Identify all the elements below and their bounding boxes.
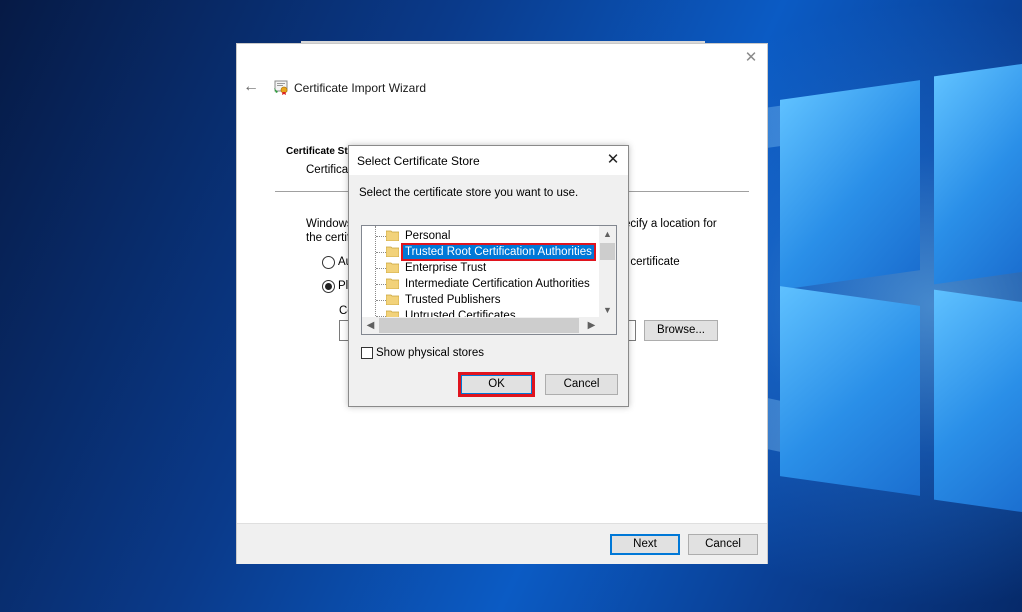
show-physical-stores-checkbox[interactable] [361, 347, 373, 359]
close-icon[interactable]: ✕ [604, 151, 622, 169]
folder-icon [386, 246, 399, 257]
tree-item-enterprise-trust[interactable]: Enterprise Trust [362, 260, 600, 276]
windows-logo-pane [780, 286, 920, 496]
next-button[interactable]: Next [610, 534, 680, 555]
page-subheading: Certificat [306, 164, 352, 176]
tree-item-trusted-publishers[interactable]: Trusted Publishers [362, 292, 600, 308]
tree-item-label: Personal [405, 230, 451, 242]
tree-items: Personal Trusted Root Certification Auth… [362, 226, 600, 318]
scroll-down-icon[interactable]: ▼ [599, 302, 616, 318]
horizontal-scrollbar[interactable]: ◀ ▶ [362, 317, 600, 334]
page-heading: Certificate Sto [286, 146, 354, 157]
auto-select-store-radio[interactable] [322, 256, 335, 269]
ok-button[interactable]: OK [458, 372, 535, 397]
folder-icon [386, 294, 399, 305]
windows-logo-pane [780, 80, 920, 290]
close-icon[interactable]: ✕ [743, 50, 759, 66]
dialog-title: Select Certificate Store [357, 154, 480, 168]
windows-logo-pane [934, 63, 1022, 285]
scroll-thumb[interactable] [379, 318, 579, 333]
scroll-thumb[interactable] [600, 243, 615, 260]
vertical-scrollbar[interactable]: ▲ ▼ [599, 226, 616, 318]
back-arrow-icon[interactable]: ← [243, 78, 261, 96]
certificate-icon [274, 80, 288, 95]
wizard-title: Certificate Import Wizard [294, 81, 427, 95]
dialog-titlebar: Select Certificate Store ✕ [349, 146, 628, 175]
tree-item-label: Trusted Root Certification Authorities [401, 243, 596, 261]
window-top-edge [301, 41, 705, 43]
scroll-right-icon[interactable]: ▶ [583, 317, 600, 334]
tree-item-trusted-root[interactable]: Trusted Root Certification Authorities [362, 243, 600, 261]
wizard-cancel-button[interactable]: Cancel [688, 534, 758, 555]
tree-item-label: Intermediate Certification Authorities [405, 278, 590, 290]
tree-connector [376, 236, 386, 237]
folder-icon [386, 278, 399, 289]
place-in-store-radio[interactable] [322, 280, 335, 293]
description-text: the certif [306, 232, 351, 244]
description-text: ecify a location for [624, 218, 717, 230]
folder-icon [386, 230, 399, 241]
certificate-store-tree[interactable]: Personal Trusted Root Certification Auth… [361, 225, 617, 335]
tree-connector [376, 300, 386, 301]
folder-icon [386, 262, 399, 273]
select-certificate-store-dialog: Select Certificate Store ✕ Select the ce… [348, 145, 629, 407]
tree-item-label: Trusted Publishers [405, 294, 501, 306]
dialog-cancel-button[interactable]: Cancel [545, 374, 618, 395]
tree-connector [376, 252, 386, 253]
dialog-prompt: Select the certificate store you want to… [359, 187, 579, 199]
browse-button[interactable]: Browse... [644, 320, 718, 341]
show-physical-stores-label[interactable]: Show physical stores [376, 347, 484, 359]
description-text: f certificate [624, 256, 680, 268]
tree-connector [376, 268, 386, 269]
tree-connector [376, 284, 386, 285]
description-text: Windows [306, 218, 353, 230]
tree-item-label: Enterprise Trust [405, 262, 487, 274]
scroll-up-icon[interactable]: ▲ [599, 226, 616, 242]
windows-logo-pane [934, 289, 1022, 513]
tree-item-personal[interactable]: Personal [362, 228, 600, 244]
tree-item-intermediate[interactable]: Intermediate Certification Authorities [362, 276, 600, 292]
scroll-left-icon[interactable]: ◀ [362, 317, 379, 334]
scroll-corner [599, 317, 616, 334]
